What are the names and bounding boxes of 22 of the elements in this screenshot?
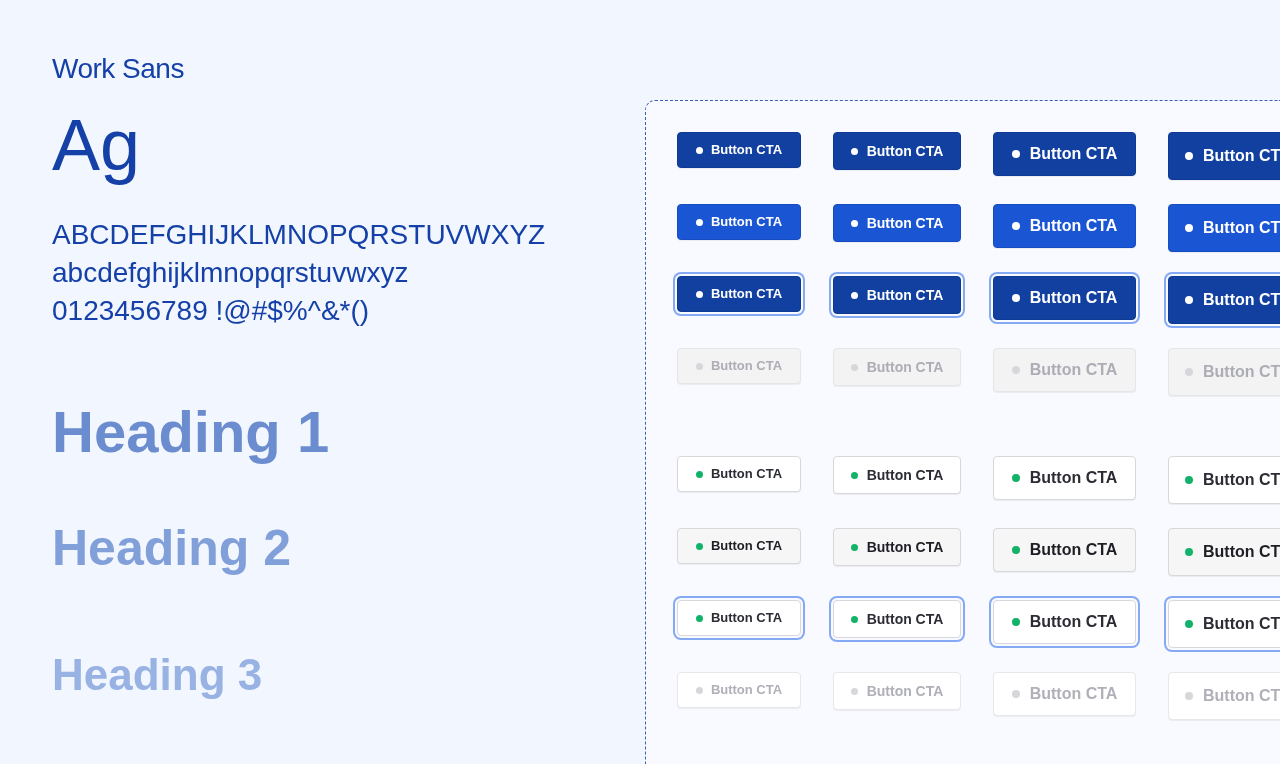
font-name: Work Sans	[52, 55, 184, 83]
cta-button[interactable]: Button CTA	[993, 528, 1136, 572]
glyph-line: abcdefghijklmnopqrstuvwxyz	[52, 257, 409, 289]
heading-sample: Heading 3	[52, 653, 263, 697]
glyph-line: 0123456789 !@#$%^&*()	[52, 295, 370, 327]
cta-button[interactable]: Button CTA	[677, 456, 801, 492]
cta-button[interactable]: Button CT	[1168, 204, 1280, 252]
cta-button[interactable]: Button CTA	[833, 528, 961, 566]
heading-sample: Heading 2	[52, 523, 291, 573]
cta-button[interactable]: Button CTA	[677, 132, 801, 168]
cta-button[interactable]: Button CTA	[833, 456, 961, 494]
glyph-line: ABCDEFGHIJKLMNOPQRSTUVWXYZ	[52, 219, 546, 251]
cta-button[interactable]: Button CTA	[993, 132, 1136, 176]
cta-button[interactable]: Button CTA	[833, 132, 961, 170]
cta-button[interactable]: Button CTA	[677, 528, 801, 564]
cta-button[interactable]: Button CT	[1168, 456, 1280, 504]
cta-button[interactable]: Button CT	[1168, 132, 1280, 180]
cta-button[interactable]: Button CTA	[993, 204, 1136, 248]
cta-button[interactable]: Button CTA	[833, 204, 961, 242]
cta-button[interactable]: Button CT	[1168, 528, 1280, 576]
cta-button[interactable]: Button CTA	[993, 456, 1136, 500]
cta-button[interactable]: Button CTA	[677, 204, 801, 240]
